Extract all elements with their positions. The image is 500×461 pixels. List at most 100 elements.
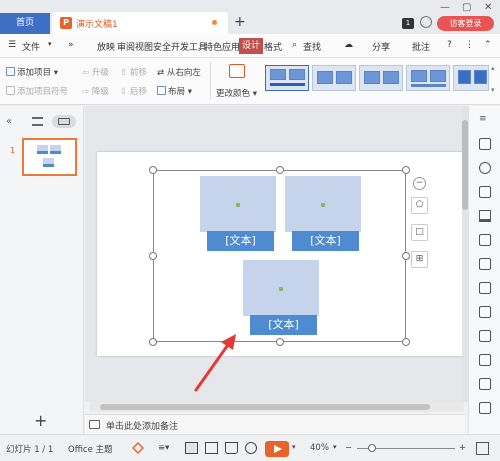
style-option-2[interactable] — [312, 65, 356, 91]
menu-review[interactable]: 审阅 — [117, 40, 135, 53]
normal-view-icon[interactable] — [185, 442, 198, 454]
expand-icon[interactable]: » — [68, 40, 74, 50]
menu-developer[interactable]: 开发工具 — [171, 40, 207, 53]
cloud-icon[interactable]: ☁ — [344, 40, 353, 50]
layout-label: 布局 — [168, 87, 186, 97]
move-up-button[interactable]: ⇧ 前移 — [120, 66, 147, 78]
change-color-button[interactable]: 更改颜色 ▾ — [216, 87, 257, 99]
add-bullet-label: 添加项目符号 — [17, 87, 69, 97]
reading-view-icon[interactable] — [225, 442, 238, 454]
minimize-icon[interactable]: — — [440, 2, 450, 13]
fill-icon[interactable]: □ — [411, 224, 428, 241]
notes-view-icon[interactable] — [245, 442, 257, 454]
chevron-down-icon[interactable]: ▾ — [48, 40, 52, 48]
menu-view[interactable]: 视图 — [135, 40, 153, 53]
layout-icon — [157, 86, 166, 95]
zoom-dropdown-icon[interactable]: ▾ — [333, 443, 337, 451]
add-slide-button[interactable]: + — [34, 411, 47, 430]
style-option-5[interactable] — [453, 65, 489, 91]
play-options-icon[interactable]: ▾ — [292, 443, 296, 451]
new-tab-button[interactable]: + — [234, 14, 246, 30]
slide-thumbnail[interactable] — [22, 138, 77, 176]
settings-icon[interactable] — [479, 306, 491, 318]
smartart-icon[interactable] — [479, 282, 491, 294]
add-bullet-button[interactable]: 添加项目符号 — [6, 85, 68, 97]
selection-frame[interactable] — [153, 170, 406, 342]
align-icon[interactable]: ≡▾ — [158, 443, 169, 453]
login-button[interactable]: 访客登录 — [437, 16, 494, 31]
resize-handle[interactable] — [276, 338, 284, 346]
collapse-tools-icon[interactable]: − — [413, 177, 426, 190]
style-scroll-up-icon[interactable]: ▴ — [491, 64, 495, 72]
pane-menu-icon[interactable]: ≡ — [479, 114, 487, 124]
collapse-panel-icon[interactable]: « — [6, 116, 12, 127]
animation-icon[interactable] — [479, 186, 491, 198]
close-icon[interactable]: ✕ — [484, 2, 492, 13]
resize-handle[interactable] — [402, 252, 410, 260]
menu-design[interactable]: 设计 — [239, 38, 264, 54]
shape-style-icon[interactable]: ⬠ — [411, 197, 428, 214]
promote-button[interactable]: ⇦ 升级 — [82, 66, 109, 78]
notes-icon — [89, 420, 100, 429]
hamburger-icon[interactable]: ☰ — [8, 40, 16, 50]
move-down-button[interactable]: ⇩ 后移 — [120, 85, 147, 97]
crop-icon[interactable] — [479, 330, 491, 342]
slide-sorter-icon[interactable] — [205, 442, 218, 454]
change-color-icon[interactable] — [229, 64, 245, 78]
menu-special[interactable]: 特色应用 — [204, 40, 240, 53]
play-slideshow-button[interactable] — [265, 441, 289, 457]
tab-home[interactable]: 首页 — [0, 13, 50, 34]
resize-handle[interactable] — [149, 166, 157, 174]
text-wrap-icon[interactable]: ⊞ — [411, 251, 428, 268]
share-button[interactable]: 分享 — [372, 40, 390, 53]
search-button[interactable]: 查找 — [303, 40, 321, 53]
resize-handle[interactable] — [402, 166, 410, 174]
shape-icon[interactable] — [479, 162, 491, 174]
collapse-ribbon-icon[interactable]: ⌃ — [484, 40, 492, 50]
demote-button[interactable]: ⇨ 降级 — [82, 85, 109, 97]
right-to-left-button[interactable]: ⇄ 从右向左 — [157, 66, 201, 78]
annotate-button[interactable]: 批注 — [412, 40, 430, 53]
search-icon[interactable]: ⌕ — [292, 40, 297, 50]
resize-handle[interactable] — [276, 166, 284, 174]
more-icon[interactable]: ⋮ — [465, 40, 474, 50]
layout-button[interactable]: 布局 ▾ — [157, 85, 192, 97]
image-icon[interactable] — [479, 378, 491, 390]
grid-icon[interactable] — [479, 234, 491, 246]
more-tools-icon[interactable] — [479, 402, 491, 414]
style-option-3[interactable] — [359, 65, 403, 91]
theme-icon[interactable] — [479, 210, 491, 222]
slide-view-icon — [58, 118, 70, 125]
horizontal-scroll-thumb[interactable] — [100, 404, 430, 410]
resize-handle[interactable] — [402, 338, 410, 346]
zoom-in-button[interactable]: + — [459, 443, 466, 453]
beautify-icon[interactable] — [132, 442, 144, 454]
select-icon[interactable] — [479, 138, 491, 150]
tab-document[interactable]: P 演示文稿1 — [52, 12, 228, 34]
fit-window-icon[interactable] — [476, 442, 489, 455]
style-option-1[interactable] — [265, 65, 309, 91]
notes-bar[interactable]: 单击此处添加备注 — [85, 414, 465, 434]
box-icon[interactable] — [479, 354, 491, 366]
resize-handle[interactable] — [149, 338, 157, 346]
style-option-4[interactable] — [406, 65, 450, 91]
zoom-level[interactable]: 40% — [310, 443, 329, 453]
zoom-out-button[interactable]: − — [345, 443, 352, 453]
menu-security[interactable]: 安全 — [153, 40, 171, 53]
thumbnail-view-toggle[interactable] — [52, 115, 76, 128]
outline-view-icon[interactable] — [32, 117, 43, 126]
menu-format[interactable]: 格式 — [264, 40, 282, 53]
menu-file[interactable]: 文件 — [22, 40, 40, 53]
help-icon[interactable]: ? — [447, 40, 452, 50]
resize-handle[interactable] — [149, 252, 157, 260]
design-idea-icon[interactable] — [479, 258, 491, 270]
avatar-icon[interactable] — [420, 16, 432, 28]
maximize-icon[interactable]: ▢ — [462, 2, 471, 13]
move-up-label: 前移 — [129, 68, 147, 78]
notes-placeholder[interactable]: 单击此处添加备注 — [106, 419, 178, 432]
add-item-button[interactable]: 添加项目 ▾ — [6, 66, 58, 78]
window-count-badge[interactable]: 1 — [402, 18, 414, 29]
style-scroll-down-icon[interactable]: ▾ — [491, 86, 495, 94]
zoom-slider-thumb[interactable] — [368, 444, 376, 452]
menu-slideshow[interactable]: 放映 — [97, 40, 115, 53]
